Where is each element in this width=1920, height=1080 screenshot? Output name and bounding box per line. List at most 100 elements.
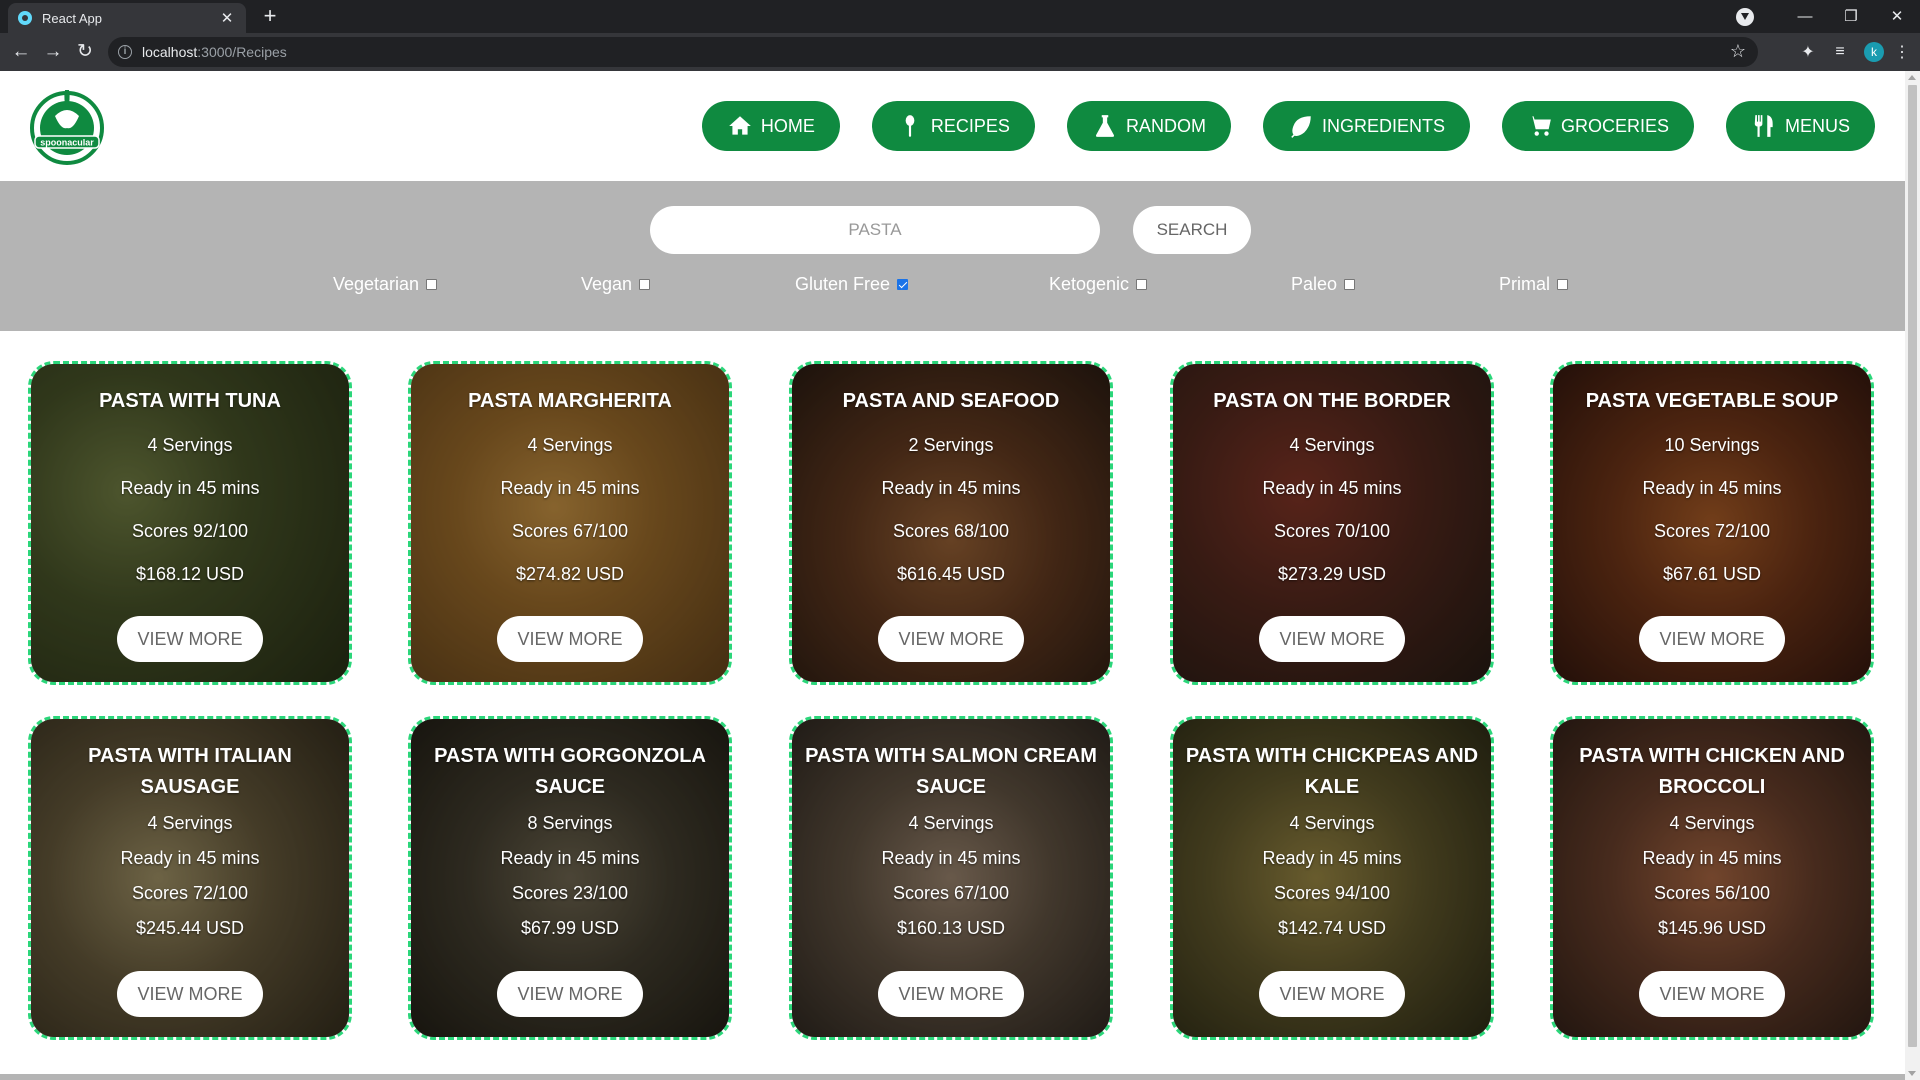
nav-home[interactable]: HOME [701,101,840,151]
main-nav: HOME RECIPES RANDOM INGREDIENTS GROCERIE… [701,101,1875,151]
recipe-servings: 4 Servings [1669,813,1755,833]
recipe-ready-time: Ready in 45 mins [120,478,260,498]
nav-groceries[interactable]: GROCERIES [1501,101,1694,151]
recipe-card[interactable]: PASTA AND SEAFOOD 2 Servings Ready in 45… [789,361,1113,685]
nav-ingredients[interactable]: INGREDIENTS [1262,101,1470,151]
close-window-button[interactable]: ✕ [1874,0,1920,33]
site-info-icon[interactable]: i [118,45,132,59]
recipe-card[interactable]: PASTA MARGHERITA 4 Servings Ready in 45 … [408,361,732,685]
filter-vegetarian[interactable]: Vegetarian [333,274,438,295]
diet-filters: Vegetarian Vegan Gluten Free Ketogenic P… [0,274,1905,298]
filter-vegan-label: Vegan [581,274,633,294]
recipe-card[interactable]: PASTA WITH CHICKPEAS AND KALE 4 Servings… [1170,716,1494,1040]
extensions-icon[interactable]: ✦ [1792,42,1824,62]
nav-home-label: HOME [760,115,815,136]
minimize-button[interactable]: — [1782,0,1828,33]
recipe-title: PASTA AND SEAFOOD [842,390,1060,412]
recipe-price: $245.44 USD [135,918,245,938]
filter-paleo-checkbox[interactable] [1344,279,1356,290]
utensils-icon [1754,115,1773,137]
react-favicon-icon [18,11,32,25]
restore-button[interactable]: ❐ [1828,0,1874,33]
bookmark-star-icon[interactable]: ☆ [1730,41,1746,62]
recipe-servings: 4 Servings [527,435,613,455]
filter-vegetarian-label: Vegetarian [333,274,420,294]
back-button[interactable]: ← [6,37,36,67]
recipe-ready-time: Ready in 45 mins [881,848,1021,868]
leaf-icon [1291,116,1311,138]
filter-primal-label: Primal [1499,274,1551,294]
spoonacular-logo[interactable]: spoonacular [29,86,105,166]
recipe-ready-time: Ready in 45 mins [120,848,260,868]
media-control-icon[interactable] [1736,7,1754,26]
recipe-price: $273.29 USD [1277,564,1387,584]
nav-groceries-label: GROCERIES [1560,115,1669,136]
recipe-card[interactable]: PASTA WITH TUNA 4 Servings Ready in 45 m… [28,361,352,685]
nav-recipes-label: RECIPES [930,115,1010,136]
view-more-button[interactable]: VIEW MORE [1639,616,1785,662]
url-host: localhost [142,44,198,60]
close-tab-icon[interactable]: ✕ [218,9,236,27]
filter-ketogenic-checkbox[interactable] [1136,279,1148,290]
filter-paleo[interactable]: Paleo [1291,274,1356,295]
recipe-card[interactable]: PASTA WITH SALMON CREAM SAUCE 4 Servings… [789,716,1113,1040]
recipe-card[interactable]: PASTA ON THE BORDER 4 Servings Ready in … [1170,361,1494,685]
search-button[interactable]: SEARCH [1133,206,1251,254]
nav-random-label: RANDOM [1125,115,1206,136]
filter-primal-checkbox[interactable] [1557,279,1569,290]
recipe-card[interactable]: PASTA WITH CHICKEN AND BROCCOLI 4 Servin… [1550,716,1874,1040]
view-more-button[interactable]: VIEW MORE [117,971,263,1017]
scroll-up-arrow-icon[interactable] [1908,75,1916,80]
search-input[interactable] [650,206,1100,254]
page-viewport: spoonacular HOME RECIPES RANDOM INGREDIE… [0,71,1905,1080]
recipe-title: PASTA VEGETABLE SOUP [1585,390,1839,412]
recipe-card[interactable]: PASTA WITH ITALIAN SAUSAGE 4 Servings Re… [28,716,352,1040]
filter-vegan-checkbox[interactable] [639,279,651,290]
forward-button[interactable]: → [38,37,68,67]
nav-random[interactable]: RANDOM [1066,101,1231,151]
recipe-card[interactable]: PASTA VEGETABLE SOUP 10 Servings Ready i… [1550,361,1874,685]
view-more-button[interactable]: VIEW MORE [878,616,1024,662]
nav-menus[interactable]: MENUS [1725,101,1875,151]
profile-avatar[interactable]: k [1864,42,1884,62]
address-bar[interactable]: i localhost:3000/Recipes ☆ [108,37,1758,67]
recipe-price: $67.99 USD [520,918,620,938]
filter-ketogenic[interactable]: Ketogenic [1049,274,1148,295]
filter-vegetarian-checkbox[interactable] [426,279,438,290]
view-more-button[interactable]: VIEW MORE [878,971,1024,1017]
recipe-score: Scores 67/100 [892,883,1010,903]
recipe-servings: 4 Servings [1289,435,1375,455]
recipe-title: PASTA ON THE BORDER [1213,390,1451,412]
recipe-score: Scores 72/100 [131,883,249,903]
filter-primal[interactable]: Primal [1499,274,1569,295]
nav-recipes[interactable]: RECIPES [871,101,1035,151]
reload-button[interactable]: ↻ [70,37,100,67]
menu-kebab-icon[interactable]: ⋮ [1892,42,1912,62]
view-more-button[interactable]: VIEW MORE [1259,971,1405,1017]
recipe-price: $67.61 USD [1662,564,1762,584]
recipe-servings: 4 Servings [147,813,233,833]
recipe-ready-time: Ready in 45 mins [500,478,640,498]
filter-gluten-free-checkbox[interactable] [897,279,909,290]
recipe-title: PASTA WITH TUNA [99,390,281,412]
view-more-button[interactable]: VIEW MORE [497,971,643,1017]
logo-text: spoonacular [40,138,94,148]
filter-gluten-free[interactable]: Gluten Free [795,274,909,295]
view-more-button[interactable]: VIEW MORE [1259,616,1405,662]
page-scrollbar[interactable] [1905,71,1920,1080]
browser-tab[interactable]: React App ✕ [8,3,246,33]
view-more-button[interactable]: VIEW MORE [117,616,263,662]
view-more-button[interactable]: VIEW MORE [497,616,643,662]
recipe-ready-time: Ready in 45 mins [1642,478,1782,498]
scroll-down-arrow-icon[interactable] [1908,1071,1916,1076]
recipe-servings: 2 Servings [908,435,994,455]
flask-icon [1095,115,1114,137]
view-more-button[interactable]: VIEW MORE [1639,971,1785,1017]
reading-list-icon[interactable]: ≡ [1824,43,1856,61]
new-tab-button[interactable]: + [258,4,282,28]
scroll-thumb[interactable] [1908,85,1917,1047]
window-controls: — ❐ ✕ [1736,0,1920,33]
recipe-servings: 4 Servings [147,435,233,455]
filter-vegan[interactable]: Vegan [581,274,651,295]
recipe-card[interactable]: PASTA WITH GORGONZOLA SAUCE 8 Servings R… [408,716,732,1040]
